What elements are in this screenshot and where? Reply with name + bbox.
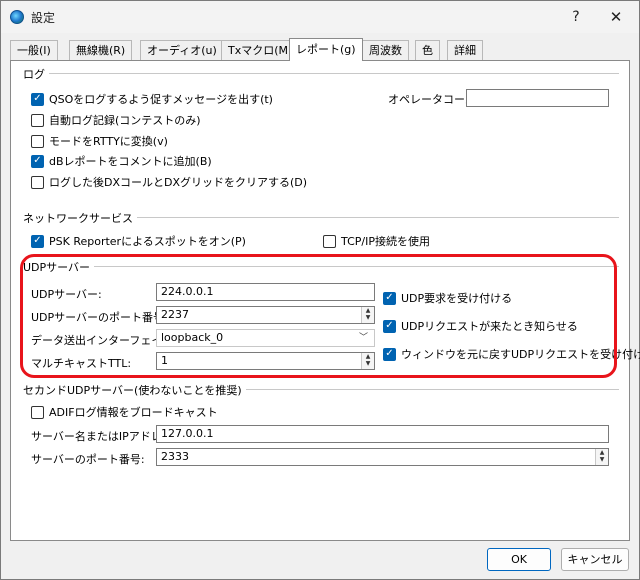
db-report-label: dBレポートをコメントに追加(B) (49, 155, 212, 168)
server-port-label: サーバーのポート番号: (31, 453, 145, 466)
adif-broadcast-checkbox[interactable]: ADIFログ情報をブロードキャスト (31, 404, 218, 420)
prompt-log-label: QSOをログするよう促すメッセージを出す(t) (49, 93, 273, 106)
tcp-ip-checkbox[interactable]: TCP/IP接続を使用 (323, 233, 430, 249)
tab-tx-macros[interactable]: Txマクロ(M) (221, 40, 300, 60)
tab-audio[interactable]: オーディオ(u) (140, 40, 224, 60)
prompt-log-checkbox[interactable]: ✓ QSOをログするよう促すメッセージを出す(t) (31, 91, 273, 107)
checkmark-icon: ✓ (31, 154, 44, 168)
db-report-checkbox[interactable]: ✓ dBレポートをコメントに追加(B) (31, 153, 212, 169)
convert-rtty-label: モードをRTTYに変換(v) (49, 135, 168, 148)
cancel-button[interactable]: キャンセル (561, 548, 629, 571)
settings-dialog: 設定 ? ✕ 一般(I) 無線機(R) オーディオ(u) Txマクロ(M) レポ… (0, 0, 640, 580)
checkbox-box-icon (31, 175, 44, 189)
app-globe-icon (10, 10, 24, 24)
checkbox-box-icon (31, 405, 44, 419)
server-port-value: 2333 (161, 450, 189, 463)
tcp-ip-label: TCP/IP接続を使用 (341, 235, 430, 248)
clear-dx-label: ログした後DXコールとDXグリッドをクリアする(D) (49, 176, 308, 189)
server-port-spinbox[interactable]: 2333 ▲ ▼ (156, 448, 609, 466)
checkmark-icon: ✓ (31, 92, 44, 106)
psk-reporter-label: PSK Reporterによるスポットをオン(P) (49, 235, 246, 248)
checkbox-box-icon (31, 113, 44, 127)
tab-frequencies[interactable]: 周波数 (362, 40, 409, 60)
checkbox-box-icon (31, 134, 44, 148)
auto-log-label: 自動ログ記録(コンテストのみ) (49, 114, 201, 127)
tab-colors[interactable]: 色 (415, 40, 440, 60)
tab-radio[interactable]: 無線機(R) (69, 40, 133, 60)
tab-advanced[interactable]: 詳細 (447, 40, 483, 60)
red-highlight-annotation (20, 254, 617, 378)
checkbox-box-icon (323, 234, 336, 248)
server-name-label: サーバー名またはIPアドレス: (31, 430, 177, 443)
close-button[interactable]: ✕ (593, 1, 639, 33)
log-group-title: ログ (23, 66, 49, 82)
spin-arrows-icon[interactable]: ▲ ▼ (595, 449, 608, 465)
second-udp-group-title: セカンドUDPサーバー(使わないことを推奨) (23, 382, 246, 398)
window-title: 設定 (31, 11, 56, 25)
auto-log-checkbox[interactable]: 自動ログ記録(コンテストのみ) (31, 112, 201, 128)
ok-button[interactable]: OK (487, 548, 551, 571)
clear-dx-checkbox[interactable]: ログした後DXコールとDXグリッドをクリアする(D) (31, 174, 307, 190)
operator-call-input[interactable] (466, 89, 609, 107)
title-bar: 設定 ? ✕ (1, 1, 639, 33)
convert-rtty-checkbox[interactable]: モードをRTTYに変換(v) (31, 133, 168, 149)
tab-general[interactable]: 一般(I) (10, 40, 58, 60)
checkmark-icon: ✓ (31, 234, 44, 248)
psk-reporter-checkbox[interactable]: ✓ PSK Reporterによるスポットをオン(P) (31, 233, 246, 249)
adif-broadcast-label: ADIFログ情報をブロードキャスト (49, 406, 218, 419)
tab-reporting[interactable]: レポート(g) (289, 38, 363, 61)
server-name-input[interactable]: 127.0.0.1 (156, 425, 609, 443)
network-group-title: ネットワークサービス (23, 210, 137, 226)
